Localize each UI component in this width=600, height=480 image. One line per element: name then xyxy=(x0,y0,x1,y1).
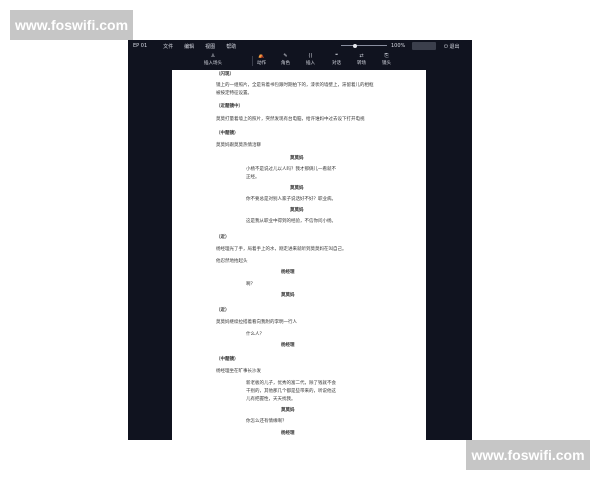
character-button[interactable]: ✎ 角色 xyxy=(281,53,290,66)
disabled-button xyxy=(412,42,436,50)
action-button[interactable]: ⛺ 动作 xyxy=(257,53,266,66)
action-icon: ⛺ xyxy=(258,53,265,59)
dialogue-line[interactable]: 你怎么还有情缘啊？ xyxy=(246,419,287,424)
dialogue-line[interactable]: 儿有把握性，天天找我。 xyxy=(246,397,296,402)
scene-heading[interactable]: （闪现） xyxy=(216,72,234,77)
transition-icon: ⇄ xyxy=(359,53,364,59)
action-line[interactable]: 莫莫打量着墙上的照片，突然发现有台电脑，给许谁妈中过去设下打开电视 xyxy=(216,117,365,122)
character-icon: ✎ xyxy=(283,53,288,59)
scene-heading[interactable]: （近） xyxy=(216,308,230,313)
dialogue-button[interactable]: ❝ 对话 xyxy=(332,53,341,66)
action-line[interactable]: 杨经理光了手，局着手上的水，刚走进来就听到莫莫妈在叫自己。 xyxy=(216,247,347,252)
dialogue-line[interactable]: 你不要总是对别人家子说话好不好？职业病。 xyxy=(246,197,336,202)
dialogue-line[interactable]: 正经。 xyxy=(246,175,260,180)
screenwriting-app-window: EP 01 文件 编辑 视图 帮助 100% ⏻ 退出 ♙ 插入场头 ⛺ 动作 … xyxy=(128,40,472,440)
action-line[interactable]: 被按定特征设置。 xyxy=(216,91,252,96)
menu-help[interactable]: 帮助 xyxy=(226,43,236,50)
zoom-slider-handle[interactable] xyxy=(352,44,357,48)
dialogue-line[interactable]: 啊？ xyxy=(246,282,255,287)
action-line[interactable]: 莫莫妈跟莫莫热情洽聊 xyxy=(216,143,261,148)
tool-label: 角色 xyxy=(281,61,290,66)
toolbar-divider xyxy=(252,56,253,66)
tool-label: 对话 xyxy=(332,61,341,66)
dialogue-line[interactable]: 新老板的儿子，优秀的富二代，除了钱就不会 xyxy=(246,381,336,386)
menu-view[interactable]: 视图 xyxy=(205,43,215,50)
character-name[interactable]: 杨经理 xyxy=(281,270,295,275)
insert-heading-button[interactable]: ♙ 插入场头 xyxy=(204,53,222,66)
action-line[interactable]: 莫莫妈继续拉搭着看向我附的李明一行人 xyxy=(216,320,297,325)
script-page[interactable]: （闪现） 镜上的一组照片，全是背着书包跟时期拍下的，漆状的墙壁上，滞留着儿的相框… xyxy=(172,70,426,440)
action-line[interactable]: 他忍然地抬起头 xyxy=(216,259,248,264)
zoom-value: 100% xyxy=(391,43,406,49)
action-line[interactable]: 镜上的一组照片，全是背着书包跟时期拍下的，漆状的墙壁上，滞留着儿的相框 xyxy=(216,83,374,88)
insert-heading-icon: ♙ xyxy=(210,53,216,59)
tool-label: 动作 xyxy=(257,61,266,66)
zoom-slider[interactable] xyxy=(341,45,387,46)
menu-edit[interactable]: 编辑 xyxy=(184,43,194,50)
action-line[interactable]: 杨经理坐在旷事长沙发 xyxy=(216,369,261,374)
shot-icon: ⎘ xyxy=(384,53,389,59)
shot-button[interactable]: ⎘ 镜头 xyxy=(382,53,391,66)
character-name[interactable]: 杨经理 xyxy=(281,343,295,348)
dialogue-line[interactable]: 这是我从职业中得到的经验，不信你问小杨。 xyxy=(246,219,336,224)
insert-button[interactable]: () 插入 xyxy=(306,53,315,66)
dialogue-icon: ❝ xyxy=(335,53,338,59)
toolbar: ♙ 插入场头 ⛺ 动作 ✎ 角色 () 插入 ❝ 对话 ⇄ 转场 ⎘ 镜头 xyxy=(128,52,472,70)
tool-label: 镜头 xyxy=(382,61,391,66)
character-name[interactable]: 莫莫妈 xyxy=(281,293,295,298)
watermark-top: www.foswifi.com xyxy=(10,10,133,40)
dialogue-line[interactable]: 小杨不是说过儿以人吗？我才那俩儿一看就不 xyxy=(246,167,336,172)
scene-heading[interactable]: （近题镜中） xyxy=(216,104,243,109)
episode-selector[interactable]: EP 01 xyxy=(133,43,147,49)
dialogue-line[interactable]: 什么人？ xyxy=(246,332,264,337)
watermark-bottom: www.foswifi.com xyxy=(466,440,590,470)
transition-button[interactable]: ⇄ 转场 xyxy=(357,53,366,66)
exit-button[interactable]: ⏻ 退出 xyxy=(444,43,460,50)
menu-file[interactable]: 文件 xyxy=(163,43,173,50)
tool-label: 插入 xyxy=(306,61,315,66)
insert-icon: () xyxy=(308,53,313,59)
scene-heading[interactable]: （中题镜） xyxy=(216,131,239,136)
character-name[interactable]: 莫莫妈 xyxy=(290,186,304,191)
character-name[interactable]: 莫莫妈 xyxy=(290,208,304,213)
dialogue-line[interactable]: 干别的，其他那几个都是些带来的，听说他这 xyxy=(246,389,336,394)
character-name[interactable]: 莫莫妈 xyxy=(290,156,304,161)
tool-label: 插入场头 xyxy=(204,61,222,66)
scene-heading[interactable]: （中题镜） xyxy=(216,357,239,362)
character-name[interactable]: 杨经理 xyxy=(281,431,295,436)
scene-heading[interactable]: （近） xyxy=(216,235,230,240)
tool-label: 转场 xyxy=(357,61,366,66)
character-name[interactable]: 莫莫妈 xyxy=(281,408,295,413)
